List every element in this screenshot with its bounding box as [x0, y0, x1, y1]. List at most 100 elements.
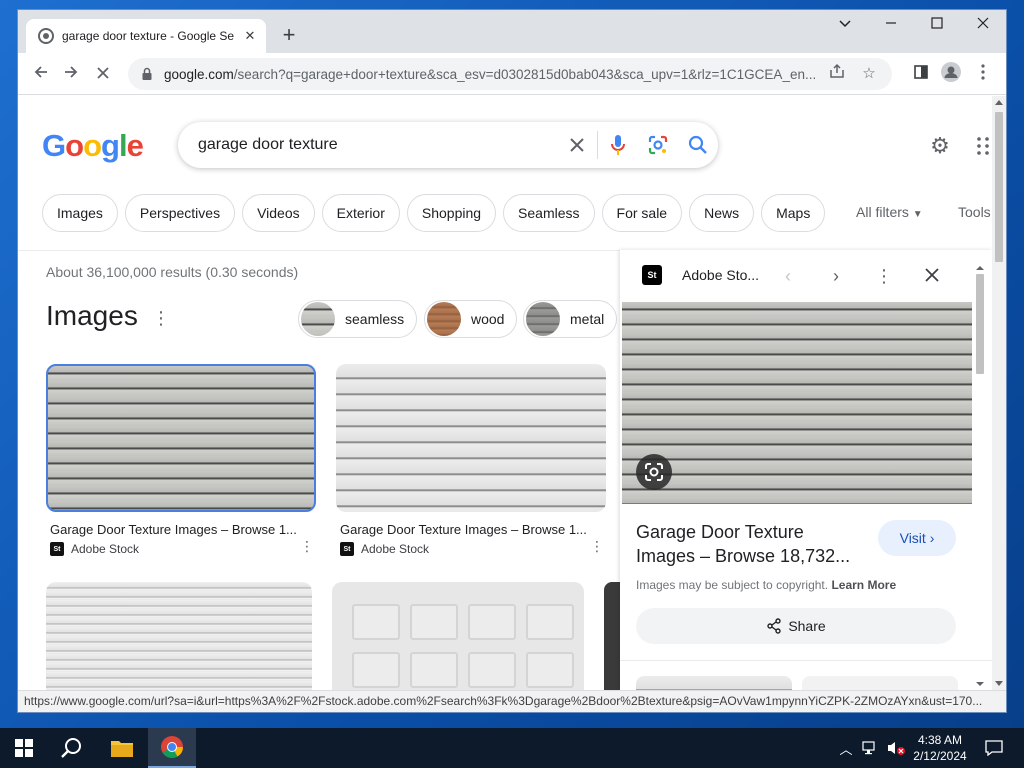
share-button[interactable]: Share [636, 608, 956, 644]
chip-for-sale[interactable]: For sale [601, 194, 683, 232]
preview-title[interactable]: Garage Door Texture Images – Browse 18,7… [636, 520, 866, 568]
google-lens-button[interactable] [638, 125, 678, 165]
clear-search-button[interactable] [557, 125, 597, 165]
dropdown-caret-icon: ▼ [912, 209, 923, 220]
clock[interactable]: 4:38 AM 2/12/2024 [904, 732, 976, 764]
chip-images[interactable]: Images [42, 194, 118, 232]
result-more-options-icon[interactable]: ⋮ [300, 538, 314, 555]
preview-more-options-icon[interactable]: ⋮ [870, 262, 898, 290]
bookmark-star-icon[interactable]: ☆ [858, 63, 880, 85]
page-scrollbar[interactable] [992, 96, 1006, 690]
filter-chips: Images Perspectives Videos Exterior Shop… [42, 194, 826, 232]
images-more-options-icon[interactable]: ⋮ [152, 308, 170, 329]
voice-search-button[interactable] [598, 125, 638, 165]
refine-thumbnail [301, 302, 335, 336]
search-submit-button[interactable] [678, 125, 718, 165]
close-window-button[interactable] [960, 10, 1006, 42]
browser-tab[interactable]: garage door texture - Google Se ✕ [26, 19, 266, 53]
tab-search-button[interactable] [822, 10, 868, 42]
settings-gear-icon[interactable]: ⚙ [926, 132, 954, 160]
result-thumbnail[interactable] [604, 582, 620, 690]
visit-button[interactable]: Visit › [878, 520, 956, 556]
image-result[interactable] [604, 582, 620, 690]
chip-seamless[interactable]: Seamless [503, 194, 595, 232]
next-image-button[interactable]: › [822, 262, 850, 290]
chip-maps[interactable]: Maps [761, 194, 826, 232]
image-result[interactable] [332, 582, 584, 690]
preview-image[interactable] [622, 302, 972, 504]
chip-perspectives[interactable]: Perspectives [124, 194, 236, 232]
result-thumbnail[interactable] [332, 582, 584, 690]
search-input[interactable]: garage door texture [198, 136, 557, 154]
result-caption[interactable]: Garage Door Texture Images – Browse 1... [46, 522, 316, 537]
close-preview-button[interactable] [918, 262, 946, 290]
result-more-options-icon[interactable]: ⋮ [590, 538, 604, 555]
lens-search-button[interactable] [636, 454, 672, 490]
volume-muted-icon[interactable] [886, 740, 906, 756]
refine-thumbnail [427, 302, 461, 336]
refine-chip-metal[interactable]: metal [523, 300, 618, 338]
chip-videos[interactable]: Videos [242, 194, 315, 232]
notifications-button[interactable] [970, 728, 1018, 768]
result-thumbnail[interactable] [46, 364, 316, 512]
chip-shopping[interactable]: Shopping [406, 194, 497, 232]
stop-loading-button[interactable] [90, 61, 116, 87]
refine-chip-seamless[interactable]: seamless [298, 300, 418, 338]
profile-avatar-icon [941, 62, 961, 82]
profile-button[interactable] [938, 61, 964, 87]
back-button[interactable] [28, 61, 54, 87]
related-image[interactable] [802, 676, 958, 690]
learn-more-link[interactable]: Learn More [831, 578, 896, 592]
preview-header: St Adobe Sto... ‹ › ⋮ [620, 250, 992, 302]
google-logo[interactable]: Google [42, 128, 144, 164]
tab-strip: garage door texture - Google Se ✕ + [18, 10, 1006, 53]
apps-grid-icon[interactable] [976, 136, 990, 156]
adobe-stock-logo-icon: St [642, 265, 662, 285]
refine-chip-wood[interactable]: wood [424, 300, 518, 338]
chevron-right-icon: › [929, 530, 935, 546]
chrome-taskbar-button[interactable] [148, 728, 196, 768]
minimize-button[interactable] [868, 10, 914, 42]
close-icon [977, 17, 989, 29]
refine-thumbnail [526, 302, 560, 336]
address-bar[interactable]: google.com/search?q=garage+door+texture&… [128, 58, 892, 90]
tab-close-icon[interactable]: ✕ [242, 28, 258, 44]
tools-button[interactable]: Tools [958, 204, 991, 220]
taskbar-search-button[interactable] [48, 728, 96, 768]
chrome-menu-button[interactable] [970, 61, 996, 87]
maximize-icon [931, 17, 943, 29]
lock-icon [142, 67, 152, 80]
share-page-icon[interactable] [826, 63, 848, 85]
all-filters-button[interactable]: All filters ▼ [856, 204, 923, 220]
tray-overflow-chevron-icon[interactable]: ︿ [836, 739, 856, 758]
back-arrow-icon [34, 66, 47, 78]
file-explorer-button[interactable] [98, 728, 146, 768]
previous-image-button[interactable]: ‹ [774, 262, 802, 290]
chip-news[interactable]: News [689, 194, 755, 232]
network-icon[interactable] [862, 741, 880, 755]
images-heading: Images [46, 300, 138, 331]
image-result[interactable]: Garage Door Texture Images – Browse 1...… [336, 364, 606, 556]
search-results-page: Google garage door texture ⚙ Images Pers… [18, 96, 1006, 690]
preview-divider [620, 660, 992, 661]
start-button[interactable] [0, 728, 48, 768]
browser-window: garage door texture - Google Se ✕ + goog… [18, 10, 1006, 712]
close-icon [925, 268, 939, 282]
forward-button[interactable] [58, 61, 84, 87]
search-box[interactable]: garage door texture [178, 122, 718, 168]
result-caption[interactable]: Garage Door Texture Images – Browse 1... [336, 522, 606, 537]
google-favicon-icon [38, 28, 54, 44]
result-thumbnail[interactable] [336, 364, 606, 512]
preview-scrollbar[interactable] [974, 264, 986, 688]
url-text: google.com/search?q=garage+door+texture&… [164, 66, 816, 82]
chip-exterior[interactable]: Exterior [321, 194, 400, 232]
browser-toolbar: google.com/search?q=garage+door+texture&… [18, 53, 1006, 95]
image-result[interactable]: Garage Door Texture Images – Browse 1...… [46, 364, 316, 556]
image-result[interactable] [46, 582, 312, 690]
related-image[interactable] [636, 676, 792, 690]
new-tab-button[interactable]: + [276, 23, 302, 49]
maximize-button[interactable] [914, 10, 960, 42]
result-thumbnail[interactable] [46, 582, 312, 690]
side-panel-button[interactable] [908, 61, 934, 87]
preview-source-name[interactable]: Adobe Sto... [682, 267, 759, 283]
